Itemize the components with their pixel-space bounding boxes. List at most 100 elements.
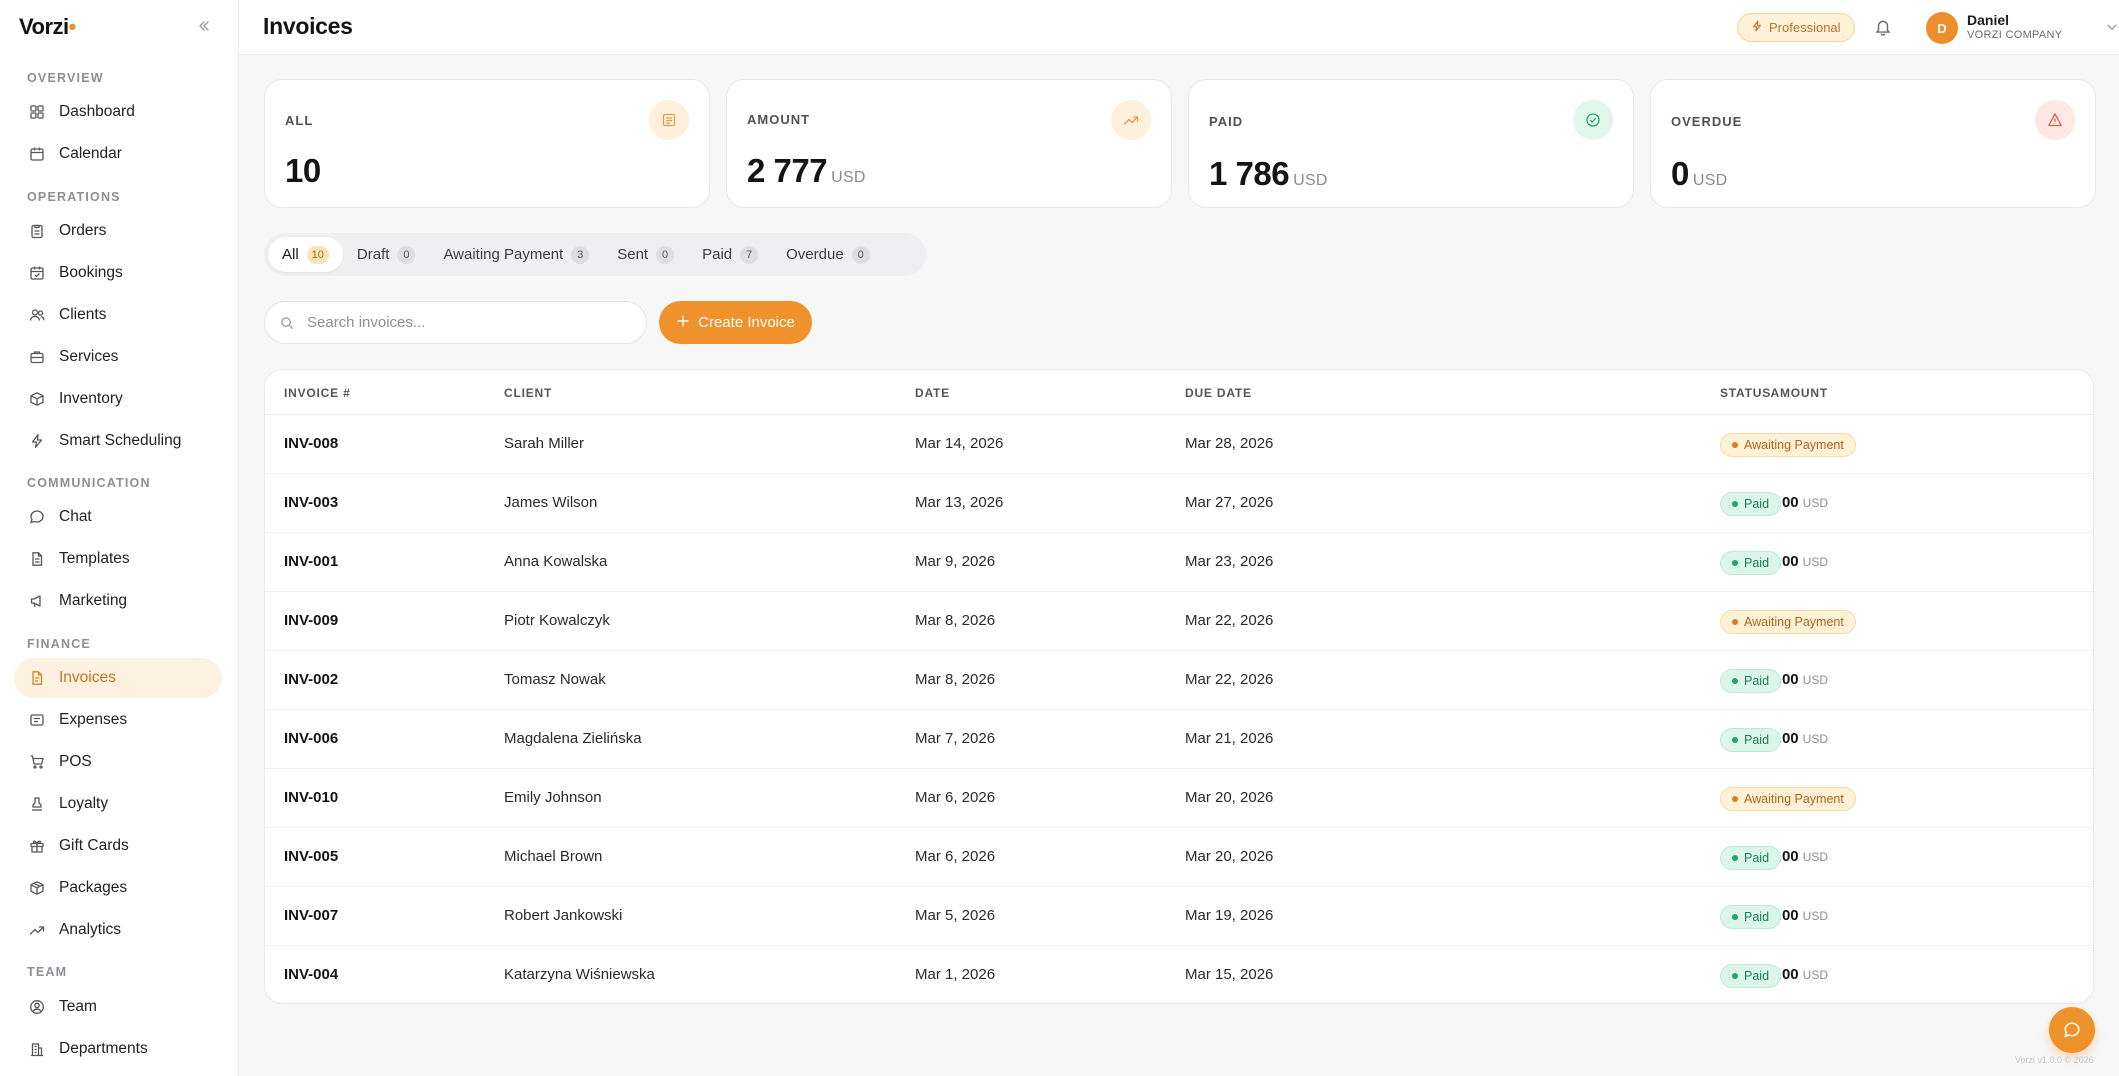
sidebar-item-label: Analytics [59,921,122,938]
table-row[interactable]: INV-002 Tomasz Nowak Mar 8, 2026 Mar 22, 20… [265,651,2093,710]
notification-bell-icon[interactable] [1872,16,1894,38]
user-name[interactable]: Daniel [1967,12,2009,28]
status-badge: Paid [1720,728,1782,752]
plan-badge[interactable]: Professional [1737,13,1855,42]
sidebar-item-pos[interactable]: POS [14,742,222,782]
sidebar-item-gift-cards[interactable]: Gift Cards [14,826,222,866]
status-dot [1732,914,1738,920]
table-row[interactable]: INV-010 Emily Johnson Mar 6, 2026 Mar 20, 2… [265,769,2093,828]
invoice-number[interactable]: INV-002 [284,671,338,688]
count-badge: 10 [306,245,329,264]
status-dot [1732,737,1738,743]
lightning-icon [1751,20,1763,35]
stat-card-paid: PAID 1 786 USD [1188,79,1634,208]
sidebar-item-departments[interactable]: Departments [14,1029,222,1069]
status-dot [1732,501,1738,507]
sidebar-item-bookings[interactable]: Bookings [14,253,222,293]
tab-draft[interactable]: Draft 0 [343,237,430,272]
invoice-date: Mar 6, 2026 [915,848,996,865]
invoice-number[interactable]: INV-010 [284,789,338,806]
sidebar-item-label: Invoices [59,669,116,686]
sidebar-item-clients[interactable]: Clients [14,295,222,335]
status-badge: Paid [1720,905,1782,929]
sidebar-item-label: Inventory [59,390,123,407]
stat-value: 0 USD [1671,155,1728,192]
due-date: Mar 21, 2026 [1185,730,1274,747]
sidebar-item-templates[interactable]: Templates [14,539,222,579]
due-date: Mar 27, 2026 [1185,494,1274,511]
brand-logo[interactable]: Vorzi• [19,14,76,40]
stat-label: OVERDUE [1671,114,1743,129]
table-row[interactable]: INV-008 Sarah Miller Mar 14, 2026 Mar 28, 2… [265,415,2093,474]
alert-triangle-icon [2035,100,2075,140]
sidebar-item-invoices[interactable]: Invoices [14,658,222,698]
users-icon [28,306,46,324]
sidebar-item-inventory[interactable]: Inventory [14,379,222,419]
tab-awaiting-payment[interactable]: Awaiting Payment 3 [429,237,603,272]
invoice-number[interactable]: INV-005 [284,848,338,865]
sidebar-item-packages[interactable]: Packages [14,868,222,908]
stat-label: ALL [285,113,314,128]
sidebar-item-label: Orders [59,222,107,239]
tab-overdue[interactable]: Overdue 0 [772,237,884,272]
table-row[interactable]: INV-005 Michael Brown Mar 6, 2026 Mar 20, 2… [265,828,2093,887]
sidebar-item-chat[interactable]: Chat [14,497,222,537]
table-row[interactable]: INV-006 Magdalena Zielińska Mar 7, 2026 Mar… [265,710,2093,769]
count-badge: 3 [571,245,590,264]
tab-sent[interactable]: Sent 0 [603,237,688,272]
search-box[interactable] [264,301,647,344]
column-header-invoice[interactable]: INVOICE # [284,386,351,400]
column-header-client[interactable]: CLIENT [504,386,552,400]
sidebar-item-analytics[interactable]: Analytics [14,910,222,950]
invoice-number[interactable]: INV-003 [284,494,338,511]
building-icon [28,1040,46,1058]
column-header-date[interactable]: DATE [915,386,950,400]
invoice-date: Mar 8, 2026 [915,671,996,688]
package-icon [28,879,46,897]
sidebar-item-label: Packages [59,879,128,896]
create-invoice-label: Create Invoice [698,314,795,331]
count-badge: 0 [397,245,416,264]
avatar[interactable]: D [1926,12,1958,44]
sidebar-item-orders[interactable]: Orders [14,211,222,251]
column-header-status[interactable]: STATUS [1720,386,1771,400]
status-badge: Awaiting Payment [1720,433,1856,457]
invoice-number[interactable]: INV-006 [284,730,338,747]
chevron-down-icon[interactable] [2104,19,2119,35]
create-invoice-button[interactable]: Create Invoice [659,301,812,344]
tab-all[interactable]: All 10 [268,237,343,272]
sidebar-item-expenses[interactable]: Expenses [14,700,222,740]
stat-card-overdue: OVERDUE 0 USD [1650,79,2096,208]
invoice-date: Mar 6, 2026 [915,789,996,806]
table-row[interactable]: INV-004 Katarzyna Wiśniewska Mar 1, 2026 Ma… [265,946,2093,1003]
sidebar-item-marketing[interactable]: Marketing [14,581,222,621]
calendar-check-icon [28,264,46,282]
invoice-number[interactable]: INV-007 [284,907,338,924]
user-circle-icon [28,998,46,1016]
sidebar-item-dashboard[interactable]: Dashboard [14,92,222,132]
table-header: INVOICE # CLIENT DATE DUE DATE AMOUNT ST… [265,370,2093,415]
column-header-due-date[interactable]: DUE DATE [1185,386,1252,400]
support-chat-button[interactable] [2049,1007,2095,1053]
table-row[interactable]: INV-001 Anna Kowalska Mar 9, 2026 Mar 23, 2… [265,533,2093,592]
stat-label: AMOUNT [747,112,811,127]
invoice-number[interactable]: INV-009 [284,612,338,629]
collapse-sidebar-icon[interactable] [193,15,215,37]
tab-paid[interactable]: Paid 7 [688,237,772,272]
table-row[interactable]: INV-007 Robert Jankowski Mar 5, 2026 Mar 19… [265,887,2093,946]
invoice-number[interactable]: INV-004 [284,966,338,983]
invoice-number[interactable]: INV-001 [284,553,338,570]
table-row[interactable]: INV-003 James Wilson Mar 13, 2026 Mar 27, 2… [265,474,2093,533]
search-input[interactable] [307,314,627,331]
trend-up-icon [1111,100,1151,140]
client-name: Emily Johnson [504,789,602,806]
sidebar-item-calendar[interactable]: Calendar [14,134,222,174]
sidebar-item-loyalty[interactable]: Loyalty [14,784,222,824]
invoice-number[interactable]: INV-008 [284,435,338,452]
client-name: Katarzyna Wiśniewska [504,966,655,983]
sidebar-item-label: Templates [59,550,130,567]
sidebar-item-services[interactable]: Services [14,337,222,377]
sidebar-item-team[interactable]: Team [14,987,222,1027]
table-row[interactable]: INV-009 Piotr Kowalczyk Mar 8, 2026 Mar 22,… [265,592,2093,651]
sidebar-item-smart-scheduling[interactable]: Smart Scheduling [14,421,222,461]
